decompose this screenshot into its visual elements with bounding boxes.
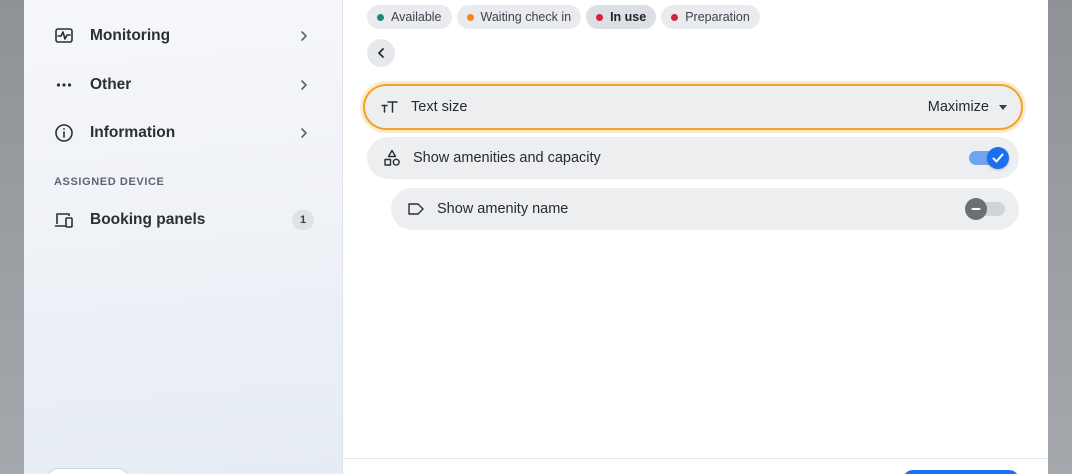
show-amenities-setting: Show amenities and capacity: [367, 137, 1019, 179]
sidebar-item-label: Information: [90, 124, 176, 141]
setting-label: Show amenities and capacity: [413, 150, 601, 166]
status-dot: [377, 13, 384, 21]
select-value: Maximize: [927, 99, 989, 115]
sidebar-item-other[interactable]: Other: [54, 73, 310, 97]
chevron-left-icon: [377, 47, 385, 59]
status-dot: [466, 13, 474, 21]
chip-label: Preparation: [685, 10, 750, 24]
sidebar-item-monitoring[interactable]: Monitoring: [54, 24, 310, 48]
sidebar-item-booking-panels[interactable]: Booking panels 1: [54, 208, 314, 232]
toggle-knob: [965, 198, 987, 220]
sidebar-item-label: Monitoring: [90, 27, 171, 44]
devices-icon: [54, 210, 74, 230]
setting-label: Show amenity name: [437, 201, 569, 217]
status-dot: [671, 13, 679, 21]
check-icon: [992, 153, 1004, 163]
section-title-assigned-device: ASSIGNED DEVICE: [54, 176, 165, 188]
text-size-icon: [381, 98, 399, 116]
text-size-select[interactable]: Maximize: [928, 99, 1007, 115]
chip-label: Available: [391, 10, 442, 24]
count-badge: 1: [292, 210, 314, 230]
text-size-setting[interactable]: Text size Maximize: [363, 84, 1023, 130]
sidebar: Monitoring Other Information ASSIGNED DE…: [24, 0, 343, 474]
show-amenity-name-toggle[interactable]: [965, 198, 1005, 220]
settings-dialog: Monitoring Other Information ASSIGNED DE…: [24, 0, 1048, 474]
status-chip-in-use[interactable]: In use: [586, 5, 657, 29]
sidebar-item-label: Other: [90, 76, 132, 93]
minus-icon: [971, 208, 981, 210]
back-button[interactable]: [367, 39, 395, 67]
status-chip-preparation[interactable]: Preparation: [661, 5, 760, 29]
monitoring-icon: [54, 26, 74, 46]
primary-action-button[interactable]: [903, 470, 1019, 474]
main-panel: Available Waiting check in In use Prepar…: [343, 0, 1048, 474]
setting-label: Text size: [411, 99, 468, 115]
sidebar-bottom-button[interactable]: [48, 468, 128, 474]
show-amenities-toggle[interactable]: [969, 147, 1009, 169]
chevron-right-icon: [298, 127, 310, 139]
sidebar-item-label: Booking panels: [90, 211, 206, 228]
dialog-footer: [343, 458, 1048, 474]
chevron-right-icon: [298, 79, 310, 91]
caret-down-icon: [999, 104, 1007, 110]
status-chip-available[interactable]: Available: [367, 5, 452, 29]
more-horizontal-icon: [54, 75, 74, 95]
shapes-icon: [383, 149, 401, 167]
sidebar-item-information[interactable]: Information: [54, 121, 310, 145]
info-icon: [54, 123, 74, 143]
label-icon: [407, 200, 425, 218]
modal-backdrop-left: [0, 0, 24, 474]
status-chips: Available Waiting check in In use Prepar…: [367, 5, 760, 29]
status-dot: [596, 13, 604, 21]
status-chip-waiting-check-in[interactable]: Waiting check in: [456, 5, 582, 29]
toggle-knob: [987, 147, 1009, 169]
show-amenity-name-setting: Show amenity name: [391, 188, 1019, 230]
modal-backdrop-right: [1048, 0, 1072, 474]
chip-label: Waiting check in: [480, 10, 572, 24]
chip-label: In use: [610, 10, 647, 24]
chevron-right-icon: [298, 30, 310, 42]
